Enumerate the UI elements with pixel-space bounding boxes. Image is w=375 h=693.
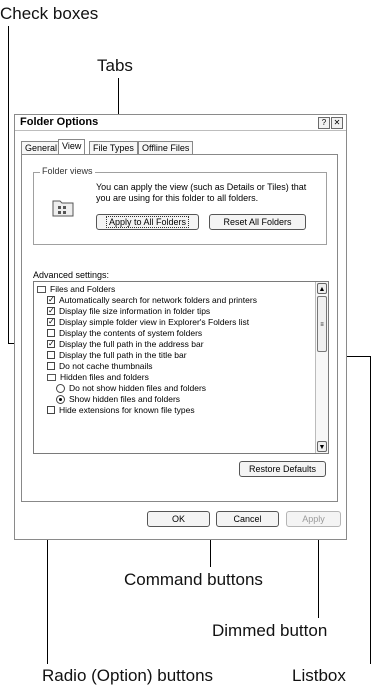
list-item-label: Automatically search for network folders… [59,295,257,305]
list-item[interactable]: ✓ Display file size information in folde… [34,306,314,317]
cancel-button[interactable]: Cancel [216,511,279,527]
checkbox-checked[interactable]: ✓ [47,307,55,315]
scroll-thumb[interactable]: ≡ [317,296,327,352]
list-item[interactable]: Do not show hidden files and folders [34,383,314,394]
checkbox-checked[interactable]: ✓ [47,296,55,304]
list-item-label: Do not show hidden files and folders [69,383,207,393]
view-tab-panel: Folder views You can apply the view (suc… [21,154,338,502]
apply-button-dimmed: Apply [286,511,341,527]
scroll-down-arrow-icon[interactable]: ▼ [317,441,327,452]
folder-icon [37,286,46,293]
checkbox-checked[interactable]: ✓ [47,318,55,326]
list-item[interactable]: Hidden files and folders [34,372,314,383]
folder-views-description: You can apply the view (such as Details … [96,182,307,203]
callout-radio-buttons: Radio (Option) buttons [42,666,214,685]
callout-check-boxes: Check boxes [0,4,99,23]
scroll-up-arrow-icon[interactable]: ▲ [317,283,327,294]
title-bar: Folder Options ? ✕ [15,115,346,131]
leader-listbox-vertical [370,356,371,664]
list-item[interactable]: Display the full path in the title bar [34,350,314,361]
dialog-title: Folder Options [20,116,99,128]
ok-button[interactable]: OK [147,511,210,527]
list-item-label: Hide extensions for known file types [59,405,195,415]
list-item[interactable]: Hide extensions for known file types [34,405,314,416]
folder-view-icon [52,200,74,217]
folder-views-group: Folder views You can apply the view (suc… [33,166,327,245]
tab-file-types[interactable]: File Types [89,141,138,154]
callout-command-buttons: Command buttons [124,570,263,589]
list-item[interactable]: Show hidden files and folders [34,394,314,405]
checkbox-unchecked[interactable] [47,329,55,337]
apply-to-all-folders-button[interactable]: Apply to All Folders [96,214,199,230]
close-button[interactable]: ✕ [331,117,343,129]
list-item-label: Files and Folders [50,284,116,294]
checkbox-unchecked[interactable] [47,351,55,359]
callout-dimmed-button: Dimmed button [212,621,328,640]
list-item-label: Display file size information in folder … [59,306,211,316]
list-item-label: Show hidden files and folders [69,394,181,404]
radio-selected[interactable] [56,395,65,404]
tab-view[interactable]: View [58,139,86,155]
checkbox-checked[interactable]: ✓ [47,340,55,348]
leader-checkbox-vertical [8,26,9,344]
apply-to-all-folders-label: Apply to All Folders [105,216,190,228]
list-item[interactable]: ✓ Display simple folder view in Explorer… [34,317,314,328]
checkbox-unchecked[interactable] [47,362,55,370]
list-item[interactable]: Files and Folders [34,284,314,295]
list-item-label: Display the full path in the address bar [59,339,204,349]
reset-all-folders-button[interactable]: Reset All Folders [209,214,306,230]
tab-general[interactable]: General [21,141,62,154]
restore-defaults-button[interactable]: Restore Defaults [239,461,326,477]
callout-listbox: Listbox [292,666,346,685]
folder-options-dialog: Folder Options ? ✕ General View File Typ… [14,114,347,540]
list-item[interactable]: Do not cache thumbnails [34,361,314,372]
listbox-scrollbar[interactable]: ▲ ≡ ▼ [315,282,328,453]
list-item[interactable]: Display the contents of system folders [34,328,314,339]
callout-tabs: Tabs [97,56,133,75]
checkbox-unchecked[interactable] [47,406,55,414]
list-item-label: Display the full path in the title bar [59,350,187,360]
list-item-label: Display simple folder view in Explorer's… [59,317,250,327]
list-item-label: Do not cache thumbnails [59,361,153,371]
folder-views-legend: Folder views [40,166,95,176]
radio-unselected[interactable] [56,384,65,393]
list-item[interactable]: ✓ Automatically search for network folde… [34,295,314,306]
tab-offline-files[interactable]: Offline Files [138,141,194,154]
list-item[interactable]: ✓ Display the full path in the address b… [34,339,314,350]
folder-icon [47,374,56,381]
advanced-settings-listbox[interactable]: Files and Folders ✓ Automatically search… [33,281,329,454]
help-button[interactable]: ? [318,117,330,129]
advanced-settings-label: Advanced settings: [33,270,110,280]
list-item-label: Hidden files and folders [60,372,149,382]
list-item-label: Display the contents of system folders [59,328,203,338]
